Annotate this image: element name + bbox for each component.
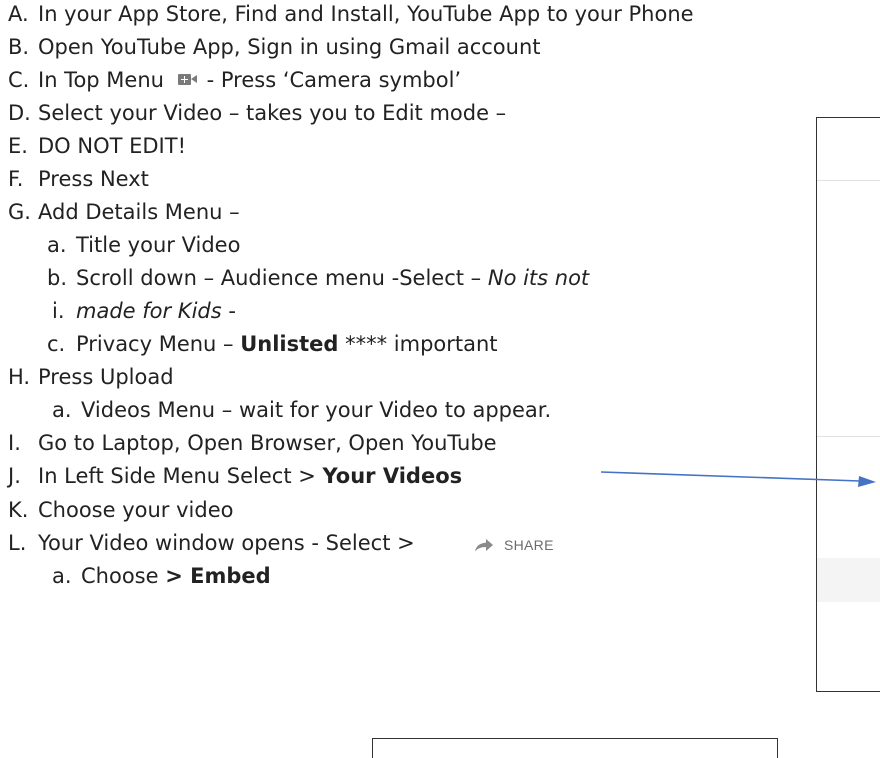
add-video-camera-icon	[177, 73, 198, 86]
step-text: Choose > Embed	[81, 562, 271, 590]
step-marker: i.	[52, 299, 65, 323]
step-marker: a.	[52, 564, 72, 588]
step-text: Add Details Menu –	[38, 200, 240, 224]
step-text-bold: Unlisted	[240, 332, 339, 356]
step-marker: K.	[8, 498, 29, 522]
step-text: In Left Side Menu Select > Your Videos	[38, 462, 462, 490]
step-text: Open YouTube App, Sign in using Gmail ac…	[38, 35, 541, 59]
step-marker: E.	[8, 134, 28, 158]
step-marker: A.	[8, 2, 29, 26]
step-text: In your App Store, Find and Install, You…	[38, 2, 694, 26]
step-marker: G.	[8, 200, 31, 224]
step-text-plain: Choose	[81, 564, 166, 588]
step-marker: I.	[8, 431, 21, 455]
step-marker: F.	[8, 167, 24, 191]
step-text-plain: Scroll down – Audience menu -Select –	[76, 266, 488, 290]
left-menu-screenshot-frame	[816, 117, 880, 692]
step-marker: C.	[8, 68, 30, 92]
embed-screenshot-frame	[372, 738, 778, 758]
step-marker: a.	[47, 233, 67, 257]
step-text-bold: > Embed	[165, 564, 271, 588]
step-text-plain: Privacy Menu –	[76, 332, 241, 356]
share-label: SHARE	[504, 537, 554, 553]
step-marker: b.	[47, 266, 68, 290]
step-text: Press Next	[38, 167, 149, 191]
step-text: Choose your video	[38, 498, 234, 522]
step-text: Press Upload	[38, 365, 174, 389]
step-text: In Top Menu - Press ‘Camera symbol’	[38, 66, 461, 94]
step-text: Select your Video – takes you to Edit mo…	[38, 101, 507, 125]
step-text-italic: made for Kids	[76, 299, 222, 323]
step-text: Title your Video	[76, 233, 241, 257]
share-arrow-icon	[475, 539, 493, 552]
share-button[interactable]: SHARE	[474, 531, 554, 559]
step-text-after: -	[221, 299, 236, 323]
step-text-italic: No its not	[487, 266, 590, 290]
step-text: Videos Menu – wait for your Video to app…	[81, 398, 552, 422]
step-marker: J.	[8, 464, 21, 488]
step-marker: c.	[47, 332, 66, 356]
step-text-plain: In Left Side Menu Select >	[38, 464, 323, 488]
step-text-after: **** important	[338, 332, 498, 356]
step-marker: B.	[8, 35, 30, 59]
step-text-bold: Your Videos	[322, 464, 463, 488]
step-text: made for Kids -	[76, 297, 236, 325]
step-marker: D.	[8, 101, 31, 125]
step-text: Privacy Menu – Unlisted **** important	[76, 330, 498, 358]
step-text: Your Video window opens - Select >	[38, 531, 415, 555]
step-text: Go to Laptop, Open Browser, Open YouTube	[38, 431, 497, 455]
step-text: DO NOT EDIT!	[38, 134, 186, 158]
step-text-before: In Top Menu	[38, 68, 164, 92]
step-marker: H.	[8, 365, 31, 389]
step-marker: a.	[52, 398, 72, 422]
step-text-after: - Press ‘Camera symbol’	[199, 68, 462, 92]
step-marker: L.	[8, 531, 27, 555]
step-text: Scroll down – Audience menu -Select – No…	[76, 264, 589, 292]
